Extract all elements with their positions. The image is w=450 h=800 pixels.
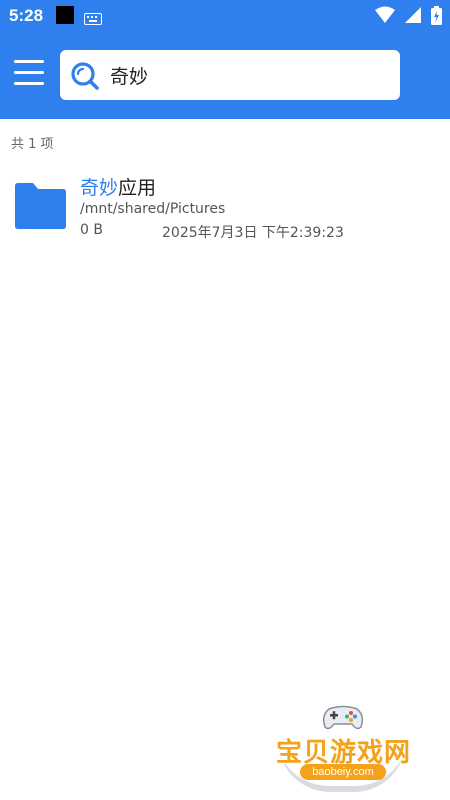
black-square-icon bbox=[56, 6, 74, 24]
search-query-text[interactable]: 奇妙 bbox=[110, 62, 148, 89]
file-modified-date: 2025年7月3日 下午2:39:23 bbox=[162, 225, 344, 241]
app-bar: 奇妙 bbox=[0, 32, 450, 119]
keyboard-icon bbox=[84, 10, 102, 29]
search-input[interactable]: 奇妙 bbox=[60, 50, 400, 100]
status-bar: 5:28 bbox=[0, 0, 450, 32]
hamburger-menu-icon[interactable] bbox=[14, 60, 46, 90]
folder-icon bbox=[13, 180, 67, 234]
watermark-url: baobeiy.com bbox=[300, 764, 386, 780]
list-item[interactable]: 奇妙应用 /mnt/shared/Pictures 0 B 2025年7月3日 … bbox=[0, 165, 450, 245]
file-name-highlight: 奇妙 bbox=[80, 177, 119, 199]
search-icon[interactable] bbox=[70, 61, 100, 95]
file-name: 奇妙应用 bbox=[80, 173, 156, 200]
battery-icon bbox=[431, 6, 442, 25]
file-name-rest: 应用 bbox=[118, 177, 157, 199]
result-count-label: 共 1 项 bbox=[11, 137, 54, 152]
file-size: 0 B bbox=[80, 222, 103, 238]
status-icons bbox=[371, 6, 442, 25]
file-path: /mnt/shared/Pictures bbox=[80, 201, 226, 217]
status-time: 5:28 bbox=[9, 6, 44, 25]
signal-icon bbox=[404, 7, 421, 23]
wifi-icon bbox=[374, 6, 395, 23]
watermark-logo: 宝贝游戏网 baobeiy.com bbox=[268, 700, 418, 800]
